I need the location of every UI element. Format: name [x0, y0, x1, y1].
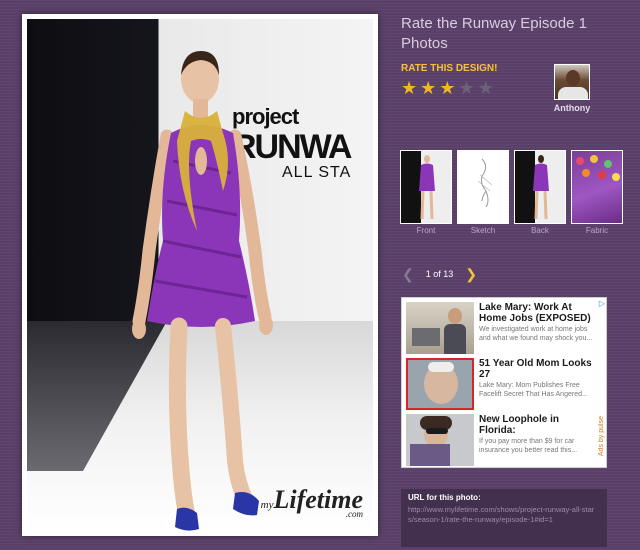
judge-card[interactable]: Anthony [552, 64, 592, 113]
ad-item-2-headline[interactable]: 51 Year Old Mom Looks 27 [479, 358, 596, 380]
judge-avatar[interactable] [554, 64, 590, 100]
star-icon-1[interactable]: ★ [401, 78, 417, 98]
adchoices-icon[interactable]: ▷ [599, 299, 605, 308]
page-title: Rate the Runway Episode 1 Photos [401, 15, 587, 52]
judge-name: Anthony [553, 103, 591, 113]
thumbnail-sketch-caption: Sketch [470, 226, 496, 235]
rate-design-label: RATE THIS DESIGN! [401, 63, 498, 74]
ad-item-3-body: If you pay more than $9 for car insuranc… [479, 438, 578, 454]
ad-brand-label[interactable]: Ads by pulse [598, 416, 605, 456]
star-icon-3[interactable]: ★ [439, 78, 455, 98]
ad-item-3-headline[interactable]: New Loophole in Florida: [479, 414, 596, 436]
thumbnail-strip: Front Sketch Back Fabric [400, 150, 623, 235]
photo-url-box: URL for this photo: http://www.mylifetim… [401, 489, 607, 547]
ad-item-3-image[interactable] [406, 414, 474, 466]
thumbnail-sketch-image[interactable] [457, 150, 509, 224]
ad-item-2[interactable]: 51 Year Old Mom Looks 27 Lake Mary: Mom … [406, 358, 596, 410]
photo-url-value[interactable]: http://www.mylifetime.com/shows/project-… [408, 505, 600, 525]
watermark-prefix: my [260, 499, 274, 511]
model-figure [132, 51, 273, 531]
ad-item-1[interactable]: Lake Mary: Work At Home Jobs (EXPOSED) W… [406, 302, 596, 354]
ad-item-3[interactable]: New Loophole in Florida: If you pay more… [406, 414, 596, 466]
thumbnail-front-caption: Front [416, 226, 436, 235]
rating-stars[interactable]: ★ ★ ★ ★ ★ [401, 78, 494, 98]
chevron-right-icon[interactable]: ❯ [465, 267, 477, 281]
thumbnail-fabric-caption: Fabric [585, 226, 609, 235]
thumbnail-back-image[interactable] [514, 150, 566, 224]
ad-item-1-image[interactable] [406, 302, 474, 354]
thumbnail-fabric[interactable]: Fabric [571, 150, 623, 235]
star-icon-4[interactable]: ★ [458, 78, 474, 98]
ad-item-1-body: We investigated work at home jobs and wh… [479, 326, 593, 342]
thumbnail-fabric-image[interactable] [571, 150, 623, 224]
thumbnail-front-image[interactable] [400, 150, 452, 224]
pager-count: 1 of 13 [425, 269, 454, 279]
ad-item-1-headline[interactable]: Lake Mary: Work At Home Jobs (EXPOSED) [479, 302, 596, 324]
lifetime-watermark: myLifetime .com [261, 485, 363, 519]
photo-url-label: URL for this photo: [408, 493, 481, 502]
chevron-left-icon[interactable]: ❮ [402, 267, 414, 281]
star-icon-5[interactable]: ★ [478, 78, 494, 98]
thumbnail-sketch[interactable]: Sketch [457, 150, 509, 235]
sponsored-ad-box: ▷ Lake Mary: Work At Home Jobs (EXPOSED)… [401, 297, 607, 468]
thumbnail-front[interactable]: Front [400, 150, 452, 235]
runway-photo: project RUNWA ALL STA myLifetime .com [27, 19, 373, 531]
thumbnail-back-caption: Back [531, 226, 549, 235]
ad-item-2-body: Lake Mary: Mom Publishes Free Facelift S… [479, 382, 588, 398]
photo-pager: ❮ 1 of 13 ❯ [402, 267, 477, 281]
thumbnail-back[interactable]: Back [514, 150, 566, 235]
main-photo-frame: project RUNWA ALL STA myLifetime .com [22, 14, 378, 536]
ad-item-2-image[interactable] [406, 358, 474, 410]
star-icon-2[interactable]: ★ [420, 78, 436, 98]
backdrop-logo-line-3: ALL STA [282, 164, 352, 181]
